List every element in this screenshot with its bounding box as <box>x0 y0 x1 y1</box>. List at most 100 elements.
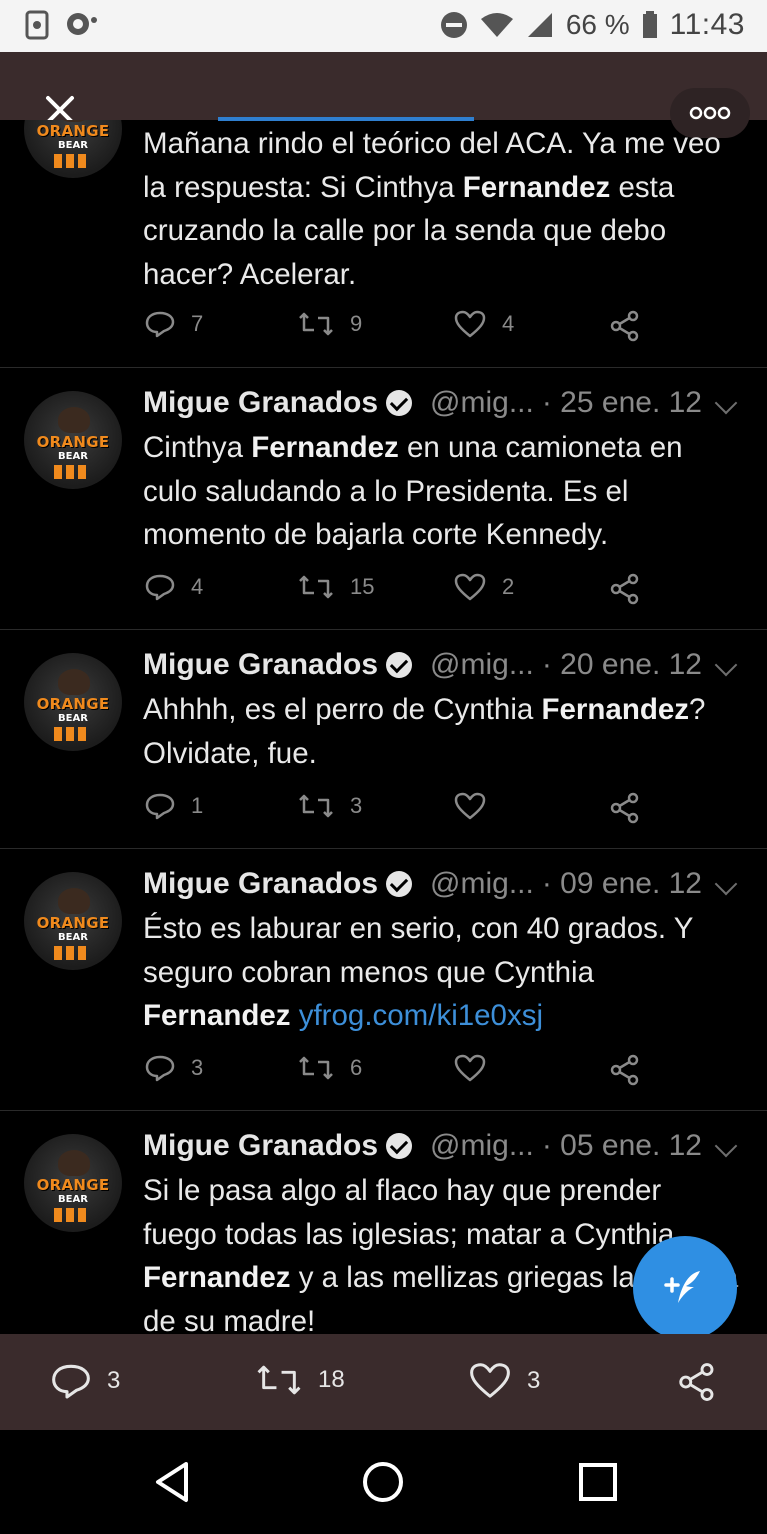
retweet-count: 15 <box>350 574 375 599</box>
flames-icon <box>54 465 94 479</box>
tweet-item[interactable]: ORANGE BEAR Migue Granados @mig... · 09 … <box>0 849 767 1111</box>
share-icon <box>679 1363 714 1401</box>
like-button[interactable]: 4 <box>454 310 514 338</box>
author-handle: @mig... <box>430 386 534 419</box>
like-button[interactable] <box>454 792 502 820</box>
compose-tweet-button[interactable] <box>633 1236 737 1340</box>
compose-icon <box>664 1271 700 1303</box>
like-count: 2 <box>502 574 515 599</box>
flames-icon <box>54 154 94 168</box>
back-icon <box>156 1462 188 1502</box>
reply-count: 4 <box>191 574 204 599</box>
avatar[interactable]: ORANGE BEAR <box>24 653 122 751</box>
avatar-logo-subtext: BEAR <box>58 1194 88 1205</box>
retweet-button[interactable]: 18 <box>256 1362 345 1398</box>
avatar-logo-subtext: BEAR <box>58 932 88 943</box>
like-button[interactable]: 2 <box>454 573 514 601</box>
chevron-down-icon[interactable] <box>714 1134 738 1158</box>
chat-bubble-icon <box>67 13 97 35</box>
reply-button[interactable]: 7 <box>145 310 203 338</box>
share-button[interactable] <box>609 573 641 605</box>
verified-icon <box>386 390 413 416</box>
like-button[interactable]: 3 <box>469 1362 540 1399</box>
retweet-icon <box>299 312 333 336</box>
bear-logo-icon <box>58 407 90 433</box>
chevron-down-icon[interactable] <box>714 653 738 677</box>
share-icon <box>610 310 639 342</box>
status-bar: 66 % 11:43 <box>0 0 767 52</box>
author-name[interactable]: Migue Granados <box>143 386 378 420</box>
avatar[interactable]: ORANGE BEAR <box>24 1134 122 1232</box>
status-time: 11:43 <box>669 8 745 41</box>
author-handle: @mig... <box>430 648 534 681</box>
reply-button[interactable]: 4 <box>145 573 203 601</box>
share-button[interactable] <box>677 1362 717 1402</box>
recents-button[interactable] <box>576 1460 620 1504</box>
avatar[interactable]: ORANGE BEAR <box>24 120 122 178</box>
reply-button[interactable]: 1 <box>145 792 203 820</box>
avatar[interactable]: ORANGE BEAR <box>24 391 122 489</box>
tweet-text: Cinthya Fernandez en una camioneta en cu… <box>143 431 683 551</box>
reply-button[interactable]: 3 <box>51 1362 120 1400</box>
avatar-logo-subtext: BEAR <box>58 140 88 151</box>
retweet-icon <box>299 794 333 818</box>
bottom-action-bar: 3 18 3 <box>0 1334 767 1430</box>
like-icon <box>454 310 486 338</box>
signal-icon <box>527 13 552 37</box>
tweet-header: Migue Granados @mig... · 20 ene. 12 <box>143 648 702 682</box>
tweet-date: · 09 ene. 12 <box>541 867 702 900</box>
share-button[interactable] <box>609 792 641 824</box>
avatar[interactable]: ORANGE BEAR <box>24 872 122 970</box>
reply-icon <box>145 793 175 820</box>
tweet-text: Ésto es laburar en serio, con 40 grados.… <box>143 912 693 1032</box>
home-icon <box>363 1462 403 1502</box>
reply-button[interactable]: 3 <box>145 1054 203 1082</box>
tweet-link[interactable]: yfrog.com/ki1e0xsj <box>299 999 543 1032</box>
like-button[interactable] <box>454 1054 502 1082</box>
reply-icon <box>145 311 175 338</box>
wifi-icon <box>480 13 513 37</box>
retweet-count: 6 <box>350 1055 363 1080</box>
author-handle: @mig... <box>430 1129 534 1162</box>
reply-count: 7 <box>191 311 204 336</box>
retweet-button[interactable]: 9 <box>298 310 362 338</box>
share-button[interactable] <box>609 310 641 342</box>
battery-percent: 66 % <box>565 9 630 40</box>
tweet-header: Migue Granados @mig... · 25 ene. 12 <box>143 386 702 420</box>
author-name[interactable]: Migue Granados <box>143 1129 378 1163</box>
chevron-down-icon[interactable] <box>714 391 738 415</box>
tweet-header: Migue Granados @mig... · 05 ene. 12 <box>143 1129 702 1163</box>
author-name[interactable]: Migue Granados <box>143 867 378 901</box>
reply-icon <box>52 1364 90 1399</box>
bear-logo-icon <box>58 888 90 914</box>
flames-icon <box>54 727 94 741</box>
tweet-text: Mañana rindo el teórico del ACA. Ya me v… <box>143 127 721 291</box>
retweet-button[interactable]: 3 <box>298 792 362 820</box>
bear-logo-icon <box>58 1150 90 1176</box>
share-button[interactable] <box>609 1054 641 1086</box>
chevron-down-icon[interactable] <box>714 872 738 896</box>
share-icon <box>610 1054 639 1086</box>
retweet-icon <box>299 1056 333 1080</box>
verified-icon <box>386 652 413 678</box>
tweet-feed[interactable]: ORANGE BEAR Mañana rindo el teórico del … <box>0 120 767 1334</box>
home-button[interactable] <box>361 1460 405 1504</box>
author-handle: @mig... <box>430 867 534 900</box>
flames-icon <box>54 946 94 960</box>
tweet-item[interactable]: ORANGE BEAR Migue Granados @mig... · 25 … <box>0 368 767 630</box>
retweet-button[interactable]: 6 <box>298 1054 362 1082</box>
tweet-item[interactable]: ORANGE BEAR Mañana rindo el teórico del … <box>0 120 767 368</box>
retweet-icon <box>257 1365 301 1395</box>
tweet-actions: 3 6 <box>143 1054 663 1094</box>
back-button[interactable] <box>150 1460 194 1504</box>
tweet-item[interactable]: ORANGE BEAR Migue Granados @mig... · 20 … <box>0 630 767 849</box>
avatar-logo-text: ORANGE <box>36 122 110 140</box>
retweet-count: 18 <box>318 1366 345 1393</box>
like-icon <box>454 573 486 601</box>
reply-icon <box>145 574 175 601</box>
avatar-logo-subtext: BEAR <box>58 451 88 462</box>
author-name[interactable]: Migue Granados <box>143 648 378 682</box>
top-bar <box>0 52 767 138</box>
share-icon <box>610 792 639 824</box>
retweet-button[interactable]: 15 <box>298 573 374 601</box>
